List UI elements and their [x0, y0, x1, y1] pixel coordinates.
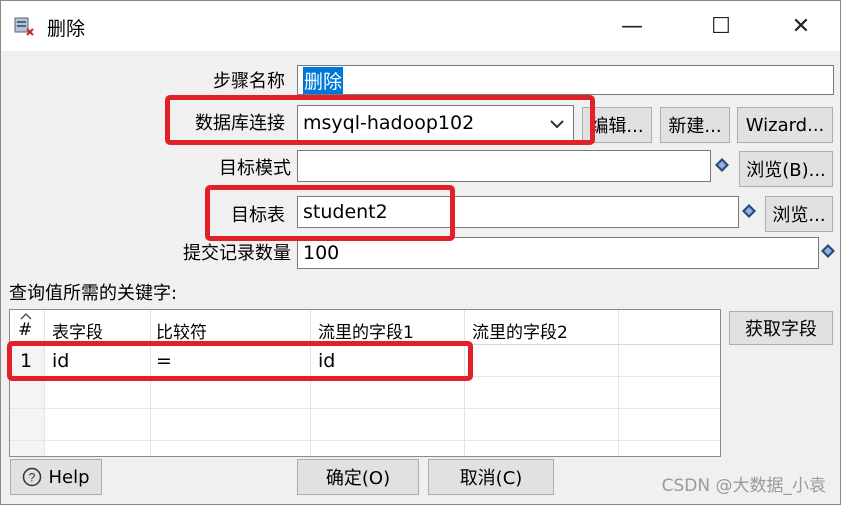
- watermark: CSDN @大数据_小袁: [661, 476, 826, 496]
- commit-size-label: 提交记录数量: [183, 243, 291, 264]
- column-header-number[interactable]: #: [18, 320, 32, 340]
- commit-size-value: 100: [303, 242, 340, 264]
- sort-up-icon[interactable]: [20, 312, 32, 320]
- new-connection-button[interactable]: 新建...: [660, 107, 730, 143]
- ok-button[interactable]: 确定(O): [297, 459, 419, 495]
- wizard-button[interactable]: Wizard...: [737, 107, 833, 143]
- edit-connection-label: 编辑...: [590, 116, 644, 137]
- target-schema-input[interactable]: [297, 150, 711, 182]
- close-icon: ✕: [791, 13, 811, 39]
- db-connection-label: 数据库连接: [195, 113, 285, 134]
- step-name-input[interactable]: 删除: [297, 65, 834, 95]
- row-number: 1: [20, 350, 33, 372]
- help-label: Help: [48, 466, 90, 488]
- step-name-value: 删除: [303, 66, 344, 94]
- variable-icon[interactable]: [715, 158, 729, 172]
- browse-table-label: 浏览...: [772, 205, 826, 226]
- variable-icon[interactable]: [742, 204, 756, 218]
- ok-label: 确定(O): [325, 468, 391, 489]
- cancel-button[interactable]: 取消(C): [428, 459, 554, 495]
- maximize-icon: ☐: [711, 13, 731, 39]
- help-button[interactable]: ? Help: [10, 459, 102, 495]
- row-divider: [10, 408, 720, 409]
- minimize-button[interactable]: —: [609, 9, 655, 43]
- step-name-label: 步骤名称: [213, 71, 285, 92]
- cell-stream-field1[interactable]: id: [318, 350, 335, 372]
- keys-table[interactable]: # 表字段 比较符 流里的字段1 流里的字段2 1 id = id: [9, 309, 721, 457]
- get-fields-label: 获取字段: [745, 319, 817, 340]
- commit-size-input[interactable]: 100: [297, 237, 819, 269]
- help-icon: ?: [23, 467, 42, 487]
- wizard-label: Wizard...: [745, 114, 825, 136]
- column-header-stream-field1[interactable]: 流里的字段1: [318, 318, 414, 343]
- db-connection-select[interactable]: msyql-hadoop102: [297, 105, 574, 141]
- row-divider: [10, 440, 720, 441]
- column-header-stream-field2[interactable]: 流里的字段2: [472, 318, 568, 343]
- column-header-table-field[interactable]: 表字段: [52, 318, 103, 343]
- delete-step-icon: [14, 17, 34, 36]
- maximize-button[interactable]: ☐: [698, 9, 744, 43]
- browse-schema-button[interactable]: 浏览(B)...: [739, 151, 833, 187]
- new-connection-label: 新建...: [668, 116, 722, 137]
- keys-label: 查询值所需的关键字:: [9, 283, 178, 304]
- window-title: 删除: [47, 18, 86, 40]
- db-connection-value: msyql-hadoop102: [303, 112, 475, 134]
- cell-comparator[interactable]: =: [156, 350, 172, 372]
- target-table-input[interactable]: student2: [297, 196, 739, 228]
- column-header-comparator[interactable]: 比较符: [156, 318, 207, 343]
- target-table-value: student2: [303, 201, 388, 223]
- close-button[interactable]: ✕: [778, 9, 824, 43]
- title-bar: 删除 — ☐ ✕: [1, 1, 840, 51]
- cell-table-field[interactable]: id: [52, 350, 69, 372]
- get-fields-button[interactable]: 获取字段: [729, 311, 833, 345]
- edit-connection-button[interactable]: 编辑...: [582, 107, 652, 143]
- target-schema-label: 目标模式: [219, 158, 291, 179]
- browse-schema-label: 浏览(B)...: [746, 160, 826, 181]
- cancel-label: 取消(C): [459, 468, 523, 489]
- browse-table-button[interactable]: 浏览...: [765, 196, 833, 232]
- variable-icon[interactable]: [821, 244, 835, 258]
- chevron-down-icon: [550, 120, 564, 129]
- row-divider: [10, 376, 720, 377]
- delete-dialog: 删除 — ☐ ✕ 步骤名称 删除 数据库连接 msyql-hadoop102 编…: [0, 0, 841, 505]
- svg-text:?: ?: [29, 471, 36, 485]
- target-table-label: 目标表: [231, 205, 285, 226]
- minimize-icon: —: [621, 13, 643, 39]
